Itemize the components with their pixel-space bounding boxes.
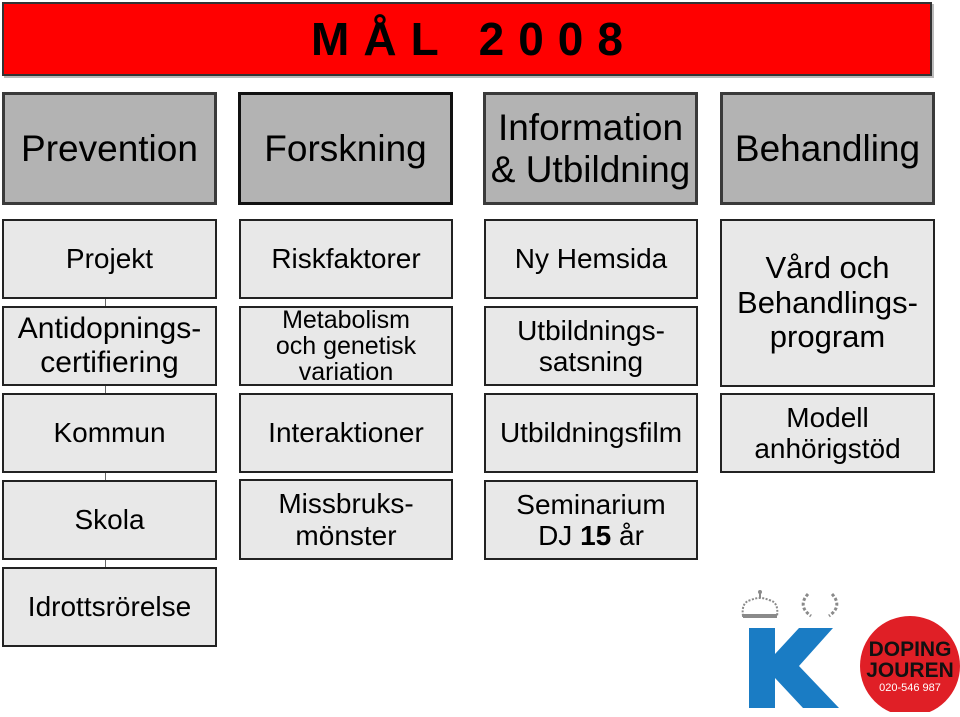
header-prevention: Prevention — [2, 92, 217, 205]
dopingjouren-phone: 020-546 987 — [879, 682, 941, 694]
item-label: Utbildningsfilm — [499, 417, 683, 449]
item-label: Kommun — [53, 417, 166, 449]
item-label: Interaktioner — [268, 417, 424, 449]
header-forskning: Forskning — [238, 92, 453, 205]
item-label: Modell anhörigstöd — [754, 401, 901, 464]
item-label: Idrottsrörelse — [27, 591, 192, 623]
item-metabolism: Metabolism och genetisk variation — [239, 306, 453, 386]
header-behandling: Behandling — [720, 92, 935, 205]
item-projekt: Projekt — [2, 219, 217, 299]
k-logo — [735, 588, 845, 710]
item-label: Missbruks- mönster — [278, 488, 414, 551]
item-idrottsrorelse: Idrottsrörelse — [2, 567, 217, 647]
header-prevention-label: Prevention — [21, 127, 198, 169]
item-ny-hemsida: Ny Hemsida — [484, 219, 698, 299]
item-label: Seminarium DJ 15 år — [516, 489, 665, 552]
item-label: Metabolism och genetisk variation — [275, 305, 417, 387]
item-modell-anhorigstod: Modell anhörigstöd — [720, 393, 935, 473]
item-label: Antidopnings- certifiering — [17, 312, 202, 379]
item-label: Riskfaktorer — [271, 243, 421, 275]
item-kommun: Kommun — [2, 393, 217, 473]
title-banner: MÅL 2008 — [2, 2, 932, 76]
item-antidopningscertifiering: Antidopnings- certifiering — [2, 306, 217, 386]
dopingjouren-logo: DOPING JOUREN 020-546 987 — [858, 614, 960, 716]
header-behandling-label: Behandling — [734, 127, 921, 169]
seminar-years: 15 — [580, 520, 612, 551]
laurel-wreath-icon — [801, 592, 839, 618]
dopingjouren-line1: DOPING — [869, 638, 952, 661]
seminar-suffix: år — [611, 520, 644, 551]
item-label: Utbildnings- satsning — [517, 314, 665, 377]
item-label: Projekt — [65, 243, 154, 275]
dopingjouren-line2: JOUREN — [866, 659, 954, 682]
item-label: Skola — [74, 504, 145, 536]
item-seminarium: Seminarium DJ 15 år — [484, 480, 698, 560]
item-riskfaktorer: Riskfaktorer — [239, 219, 453, 299]
item-label: Vård och Behandlings- program — [737, 249, 918, 355]
item-missbruksmonster: Missbruks- mönster — [239, 479, 453, 560]
header-information-label: Information & Utbildning — [490, 107, 691, 190]
item-utbildningssatsning: Utbildnings- satsning — [484, 306, 698, 386]
crown-icon — [741, 590, 779, 618]
page-title: MÅL 2008 — [311, 13, 637, 65]
item-skola: Skola — [2, 480, 217, 560]
header-information: Information & Utbildning — [483, 92, 698, 205]
item-interaktioner: Interaktioner — [239, 393, 453, 473]
k-letter-icon — [749, 628, 839, 708]
header-forskning-label: Forskning — [264, 127, 427, 169]
item-label: Ny Hemsida — [514, 243, 668, 275]
item-vard-behandlingsprogram: Vård och Behandlings- program — [720, 219, 935, 387]
item-utbildningsfilm: Utbildningsfilm — [484, 393, 698, 473]
